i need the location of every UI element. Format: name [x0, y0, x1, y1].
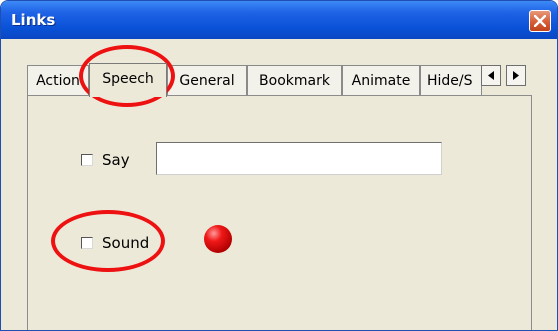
tab-bookmark[interactable]: Bookmark: [247, 65, 342, 96]
tab-animate[interactable]: Animate: [342, 65, 420, 96]
say-label: Say: [102, 151, 130, 169]
say-checkbox[interactable]: [81, 154, 93, 166]
tab-scroll-left-button[interactable]: [481, 65, 501, 86]
say-option[interactable]: Say: [81, 151, 130, 169]
sound-indicator-icon: [204, 225, 232, 253]
tab-general[interactable]: General: [167, 65, 247, 96]
tab-strip: Action Speech General Bookmark Animate H…: [27, 63, 531, 97]
close-icon: [534, 15, 546, 27]
tab-scroll-right-button[interactable]: [506, 65, 526, 86]
window-title: Links: [11, 11, 56, 29]
tab-speech[interactable]: Speech: [89, 63, 167, 97]
title-bar[interactable]: Links: [1, 1, 557, 39]
highlight-circle-sound-option: [51, 210, 165, 272]
close-button[interactable]: [529, 10, 551, 32]
arrow-left-icon: [488, 71, 494, 80]
tab-hide-show[interactable]: Hide/S: [420, 65, 482, 96]
links-dialog: Links Action Speech General Bookmark Ani…: [0, 0, 558, 331]
arrow-right-icon: [513, 71, 519, 80]
say-text-input[interactable]: [156, 142, 442, 175]
